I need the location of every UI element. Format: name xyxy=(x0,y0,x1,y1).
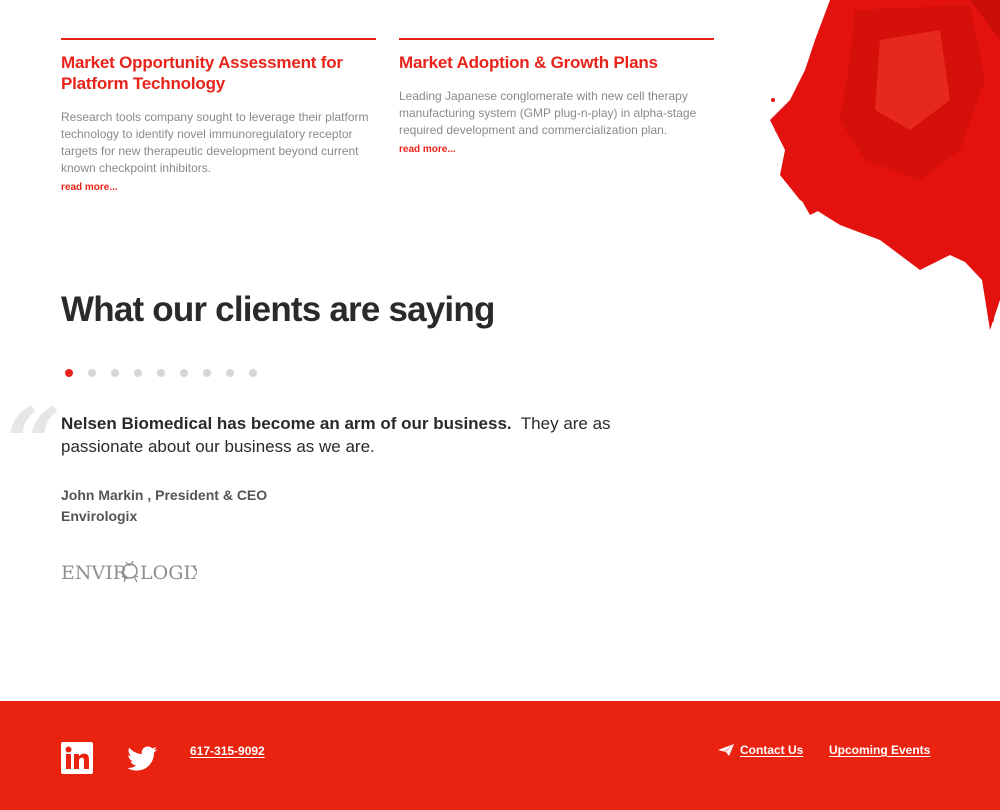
carousel-dot[interactable] xyxy=(111,369,119,377)
case-study-card: Market Opportunity Assessment for Platfo… xyxy=(61,38,376,195)
carousel-dot[interactable] xyxy=(180,369,188,377)
read-more-link[interactable]: read more... xyxy=(399,144,456,155)
carousel-dot[interactable] xyxy=(134,369,142,377)
twitter-icon[interactable] xyxy=(126,742,158,774)
carousel-dot[interactable] xyxy=(203,369,211,377)
card-title[interactable]: Market Opportunity Assessment for Platfo… xyxy=(61,52,376,94)
carousel-dot[interactable] xyxy=(226,369,234,377)
upcoming-events-link[interactable]: Upcoming Events xyxy=(829,743,930,757)
contact-us-label: Contact Us xyxy=(740,743,804,757)
quote-mark-icon: “ xyxy=(6,387,62,500)
carousel-dot[interactable] xyxy=(88,369,96,377)
linkedin-icon[interactable] xyxy=(61,742,93,774)
contact-us-link[interactable]: Contact Us xyxy=(718,743,803,757)
read-more-link[interactable]: read more... xyxy=(61,182,118,193)
carousel-dot[interactable] xyxy=(65,369,73,377)
card-description: Research tools company sought to leverag… xyxy=(61,110,369,175)
carousel-pagination xyxy=(65,369,257,377)
author-name: John Markin , President & CEO xyxy=(61,487,268,503)
envirologix-logo: ENVIR LOGIX xyxy=(61,560,197,584)
site-footer: 617-315-9092 Contact Us Upcoming Events xyxy=(0,701,1000,810)
phone-link[interactable]: 617-315-9092 xyxy=(190,744,265,758)
card-divider xyxy=(399,38,714,40)
carousel-dot[interactable] xyxy=(157,369,165,377)
card-divider xyxy=(61,38,376,40)
quote-highlight: Nelsen Biomedical has become an arm of o… xyxy=(61,414,512,433)
case-study-card: Market Adoption & Growth Plans Leading J… xyxy=(399,38,714,157)
svg-text:ENVIR: ENVIR xyxy=(61,562,128,584)
testimonial-quote: Nelsen Biomedical has become an arm of o… xyxy=(61,412,661,458)
red-paint-decoration xyxy=(770,0,1000,330)
card-title[interactable]: Market Adoption & Growth Plans xyxy=(399,52,714,73)
paper-plane-icon xyxy=(718,744,734,756)
author-company: Envirologix xyxy=(61,508,138,524)
card-description: Leading Japanese conglomerate with new c… xyxy=(399,89,697,137)
carousel-dot[interactable] xyxy=(249,369,257,377)
testimonial-attribution: John Markin , President & CEO Envirologi… xyxy=(61,485,267,527)
testimonials-heading: What our clients are saying xyxy=(61,290,495,329)
svg-text:LOGIX: LOGIX xyxy=(140,562,197,584)
